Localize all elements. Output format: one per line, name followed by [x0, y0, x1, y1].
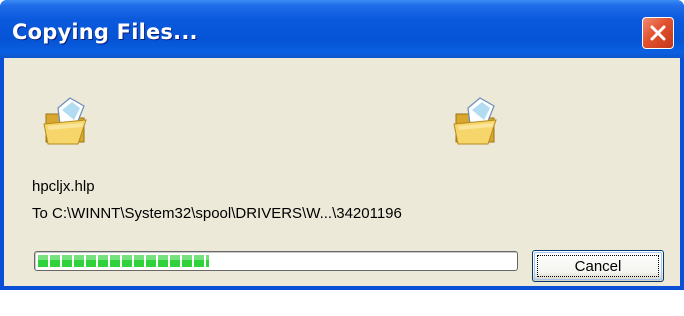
- current-file-name: hpcljx.hlp: [32, 178, 95, 195]
- open-folder-icon: [453, 97, 497, 145]
- dialog-body: hpcljx.hlp To C:\WINNT\System32\spool\DR…: [4, 58, 680, 286]
- title-bar[interactable]: Copying Files...: [0, 0, 684, 58]
- destination-path: To C:\WINNT\System32\spool\DRIVERS\W...\…: [32, 205, 402, 222]
- close-button[interactable]: [642, 17, 674, 49]
- copying-files-dialog: Copying Files... hpcljx.hlp To C:\WINNT\…: [0, 0, 684, 290]
- progress-bar-fill: [38, 255, 210, 267]
- copy-progress-bar: [34, 251, 518, 271]
- close-icon: [650, 25, 666, 41]
- cancel-button[interactable]: Cancel: [532, 250, 664, 282]
- window-title: Copying Files...: [12, 20, 198, 44]
- open-folder-icon: [43, 97, 87, 145]
